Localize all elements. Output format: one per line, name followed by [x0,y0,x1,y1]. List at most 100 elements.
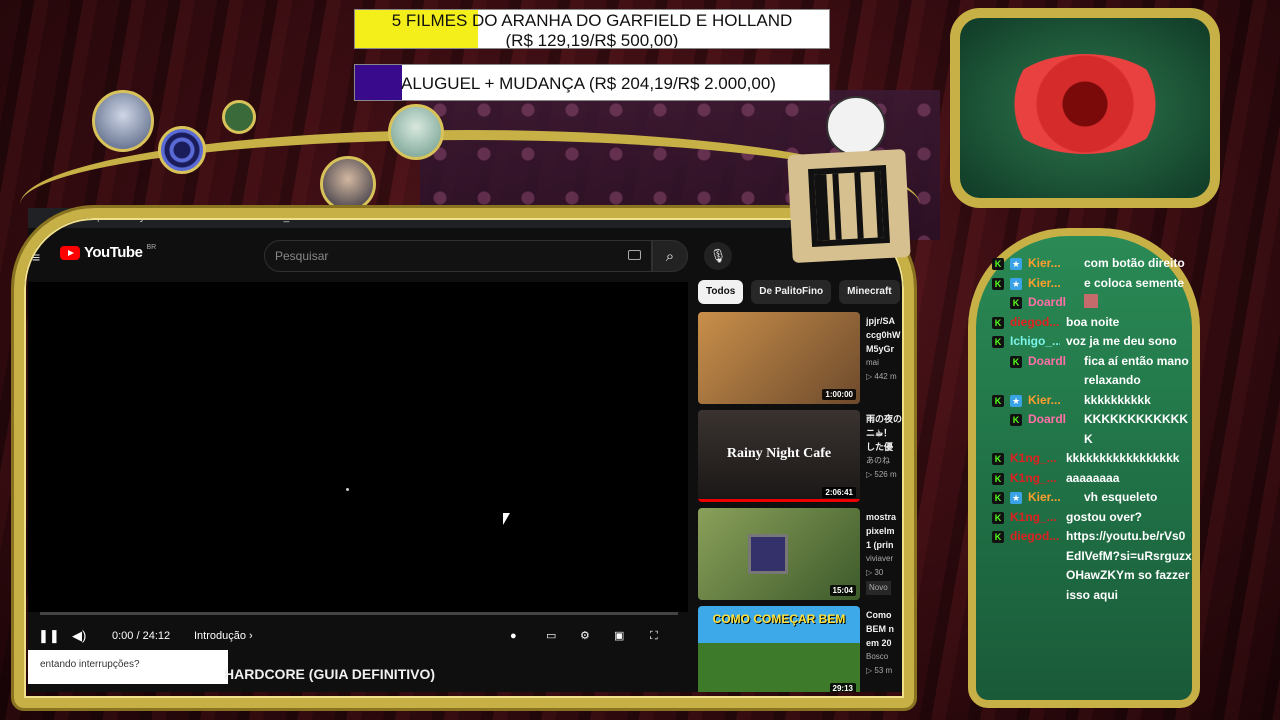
video-progress-bar[interactable] [40,612,678,615]
settings-gear-icon[interactable]: ⚙ [580,624,590,648]
avatar-girl-icon [388,104,444,160]
keyboard-icon[interactable] [628,250,641,260]
recommendation-channel: Bosco [866,652,889,661]
video-player[interactable] [28,282,688,612]
chip-minecraft[interactable]: Minecraft [839,280,900,304]
chat-text: e coloca semente [1084,275,1185,290]
voice-search-button[interactable]: 🎙 [704,242,732,270]
menu-icon[interactable]: ≡ [32,249,40,265]
chat-username[interactable]: Doardl [1028,352,1078,391]
eye-webcam-frame [950,8,1220,208]
recommendation-title: した優 [866,442,894,452]
kick-badge-icon: K [992,492,1004,504]
recommendation-item[interactable]: COMO COMEÇAR BEM 29:13 Como BEM n em 20 … [698,606,908,692]
chat-username[interactable]: diegod... [1010,527,1060,605]
subtitles-icon[interactable]: ▭ [546,624,556,648]
subscriber-badge-icon: ★ [1010,492,1022,504]
video-duration: 29:13 [829,683,856,692]
url-text: www.youtube.com/watch?v=5YbmKm_r58o [116,212,310,223]
chapter-button[interactable]: Introdução › [194,624,253,648]
recommendation-title: Como [866,610,892,620]
red-eye-icon [1000,54,1170,154]
chip-de-palitofino[interactable]: De PalitoFino [751,280,832,304]
chat-message: K ★ Kier... vh esqueleto [992,488,1192,508]
recommendation-item[interactable]: 15:04 mostra pixelm 1 (prin viviaver ▷ 3… [698,508,908,600]
chat-text: gostou over? [1066,509,1143,524]
kick-badge-icon: K [992,277,1004,290]
chat-username[interactable]: Kier... [1028,391,1078,411]
subscriber-badge-icon: ★ [1010,394,1022,407]
chat-text: kkkkkkkkkk [1084,392,1151,407]
chat-username[interactable]: Kier... [1028,488,1078,508]
chat-username[interactable]: K1ng_... [1010,449,1060,469]
avatar-man-icon [320,156,376,212]
qr-code-icon [808,165,890,247]
chip-todos[interactable]: Todos [698,280,744,304]
volume-icon[interactable]: ◀) [72,624,86,648]
recommendation-views: ▷ 53 m [866,666,893,675]
chat-message: Kdiegod... https://youtu.be/rVs0EdIVefM?s… [992,527,1192,605]
kick-badge-icon: K [992,394,1004,407]
recommendation-views: ▷ 442 m [866,372,897,381]
recommendation-views: ▷ 30 [866,568,884,577]
loading-dot [346,488,349,491]
recommendation-title: pixelm [866,526,895,536]
time-display: 0:00 / 24:12 [112,630,171,642]
recommendation-item[interactable]: 1:00:00 jpjr/SA ccg0hW M5yGr mai ▷ 442 m [698,312,908,404]
goal-2-title: ALUGUEL + MUDANÇA (R$ 204,19/R$ 2.000,00… [401,74,776,93]
address-bar[interactable]: https://www.youtube.com/watch?v=5YbmKm_r… [28,208,908,228]
youtube-logo-text: YouTube [84,244,143,261]
recommendation-item[interactable]: Rainy Night Cafe 2:06:41 雨の夜の ニ☕︎！ した優 あ… [698,410,908,502]
search-button[interactable]: ⌕ [652,240,688,272]
browser-window: https://www.youtube.com/watch?v=5YbmKm_r… [28,208,908,692]
mouse-cursor-icon [503,513,510,525]
recommendation-title: jpjr/SA [866,316,896,326]
theater-mode-icon[interactable]: ▣ [614,624,624,648]
video-duration: 15:04 [829,585,856,596]
recommendation-filter-chips: Todos De PalitoFino Minecraft [698,280,900,304]
recommendation-channel: mai [866,358,879,367]
recommendation-views: ▷ 526 m [866,470,897,479]
chat-username[interactable]: diegod... [1010,313,1060,333]
qr-code-scroll [787,148,911,264]
pause-icon[interactable]: ❚❚ [38,624,60,648]
recommendation-title: M5yGr [866,344,895,354]
chat-message: Kdiegod... boa noite [992,313,1192,333]
chat-username[interactable]: Kier... [1028,254,1078,274]
search-icon: ⌕ [665,247,675,265]
chat-message: K Doardl fica aí então mano relaxando [992,352,1192,391]
chat-message: K Doardl KKKKKKKKKKKKK [992,410,1192,449]
goal-1-amount: (R$ 129,19/R$ 500,00) [505,31,679,49]
kick-badge-icon: K [992,453,1004,465]
watched-progress [698,499,860,502]
chat-username[interactable]: Doardl [1028,410,1078,449]
recommendation-title: BEM n [866,624,894,634]
chat-message: K ★ Kier... e coloca semente [992,274,1192,294]
chat-message: K Doardl [992,293,1192,313]
country-code: BR [146,244,157,251]
chat-username[interactable]: Doardl [1028,293,1078,313]
chat-text: KKKKKKKKKKKKK [1084,412,1188,446]
new-badge: Novo [866,581,891,595]
autoplay-toggle-icon[interactable]: ● [510,624,517,648]
chat-message: K ★ Kier... kkkkkkkkkk [992,391,1192,411]
chat-text: fica aí então mano relaxando [1084,353,1189,388]
recommendation-thumbnail[interactable]: Rainy Night Cafe 2:06:41 [698,410,860,502]
chat-message: K K1ng_... kkkkkkkkkkkkkkkkk [992,449,1192,469]
recommendation-thumbnail[interactable]: 15:04 [698,508,860,600]
recommendation-thumbnail[interactable]: 1:00:00 [698,312,860,404]
search-input[interactable]: Pesquisar [264,240,652,272]
chat-message: K K1ng_... aaaaaaaa [992,469,1192,489]
chat-username[interactable]: K1ng_... [1010,469,1060,489]
player-controls: ❚❚ ◀) 0:00 / 24:12 Introdução › ● ▭ ⚙ ▣ … [28,624,688,648]
fullscreen-icon[interactable]: ⛶ [650,624,658,648]
video-duration: 2:06:41 [822,487,856,498]
chat-username[interactable]: Kier... [1028,274,1078,294]
kick-badge-icon: K [1010,355,1022,368]
chat-text: vh esqueleto [1084,490,1158,504]
chat-username[interactable]: K1ng_... [1010,508,1060,528]
youtube-logo[interactable]: YouTube BR [60,244,156,261]
kick-badge-icon: K [992,472,1004,485]
recommendation-thumbnail[interactable]: COMO COMEÇAR BEM 29:13 [698,606,860,692]
chat-username[interactable]: Ichigo_... [1010,332,1060,352]
